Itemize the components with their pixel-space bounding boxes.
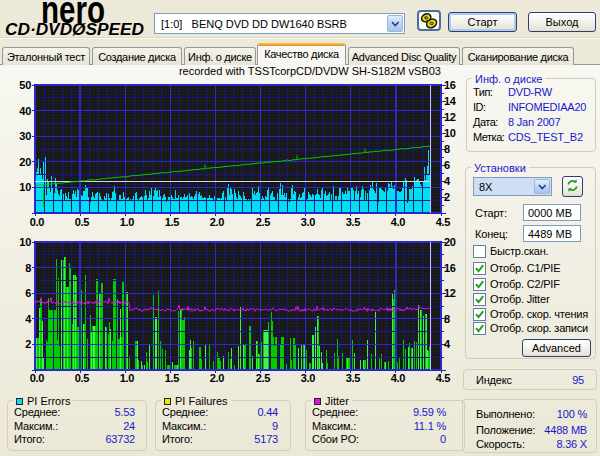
svg-text:CD·DVDØSPEED: CD·DVDØSPEED — [5, 21, 144, 38]
